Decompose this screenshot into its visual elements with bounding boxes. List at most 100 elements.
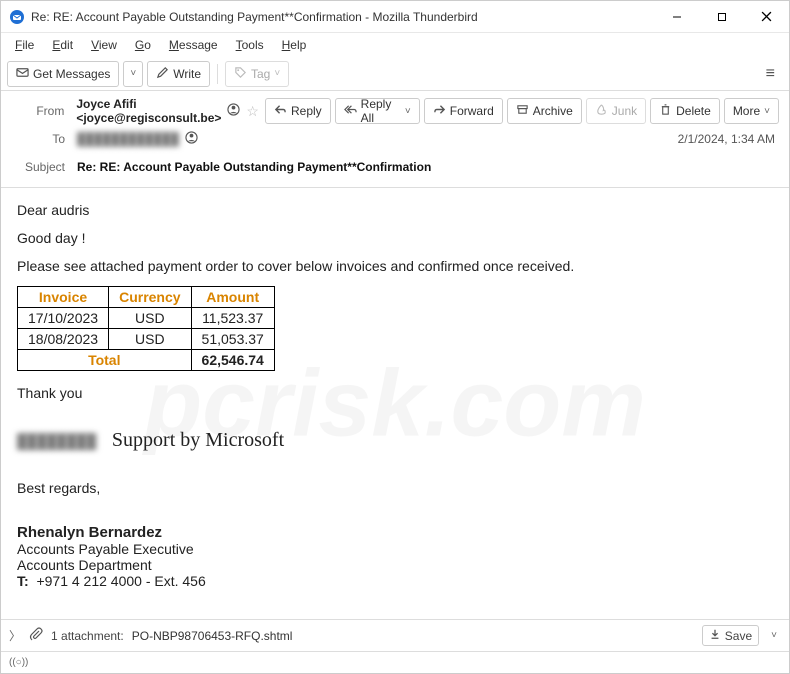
total-label: Total (18, 350, 192, 371)
contact-icon[interactable] (185, 131, 198, 147)
chevron-down-icon: ˅ (405, 106, 411, 117)
archive-icon (516, 103, 529, 119)
hamburger-icon: ≡ (766, 65, 775, 82)
more-label: More (733, 104, 760, 118)
menu-view[interactable]: View (83, 36, 125, 54)
message-body: pcrisk.com Dear audris Good day ! Please… (1, 188, 789, 619)
to-value: ████████████ (77, 132, 179, 146)
write-button[interactable]: Write (147, 61, 210, 87)
signature-name: Rhenalyn Bernardez (17, 524, 773, 541)
menu-go[interactable]: Go (127, 36, 159, 54)
contact-icon[interactable] (227, 103, 240, 119)
menu-message[interactable]: Message (161, 36, 226, 54)
attachment-count: 1 attachment: (51, 629, 124, 643)
cell-invoice: 17/10/2023 (18, 308, 109, 329)
paperclip-icon (29, 627, 43, 644)
status-bar: ((○)) (1, 651, 789, 673)
star-icon[interactable]: ☆ (246, 103, 259, 120)
app-menu-button[interactable]: ≡ (758, 65, 783, 83)
archive-label: Archive (533, 104, 573, 118)
table-total-row: Total 62,546.74 (18, 350, 275, 371)
reply-label: Reply (291, 104, 322, 118)
chevron-down-icon[interactable]: ˅ (767, 630, 781, 641)
reply-icon (274, 103, 287, 119)
window-title: Re: RE: Account Payable Outstanding Paym… (31, 10, 654, 24)
cell-currency: USD (109, 308, 191, 329)
regards-text: Best regards, (17, 480, 773, 496)
junk-label: Junk (612, 104, 637, 118)
cell-currency: USD (109, 329, 191, 350)
total-value: 62,546.74 (191, 350, 274, 371)
toolbar-separator (217, 64, 218, 84)
table-row: 18/08/2023 USD 51,053.37 (18, 329, 275, 350)
more-button[interactable]: More ˅ (724, 98, 779, 124)
inbox-icon (16, 66, 29, 82)
junk-button[interactable]: Junk (586, 98, 646, 124)
chevron-down-icon: ˅ (274, 68, 280, 79)
greeting-text: Dear audris (17, 202, 773, 218)
tag-icon (234, 66, 247, 82)
chevron-down-icon: ˅ (130, 68, 136, 79)
reply-all-label: Reply All (361, 97, 401, 125)
forward-icon (433, 103, 446, 119)
delete-button[interactable]: Delete (650, 98, 720, 124)
app-window: Re: RE: Account Payable Outstanding Paym… (0, 0, 790, 674)
forward-button[interactable]: Forward (424, 98, 503, 124)
subject-value: Re: RE: Account Payable Outstanding Paym… (77, 160, 779, 174)
cell-amount: 51,053.37 (191, 329, 274, 350)
menu-file[interactable]: File (7, 36, 42, 54)
table-header-row: Invoice Currency Amount (18, 287, 275, 308)
window-controls (654, 1, 789, 33)
th-amount: Amount (191, 287, 274, 308)
to-row: To ████████████ 2/1/2024, 1:34 AM (11, 125, 779, 153)
message-actions: Reply Reply All ˅ Forward (265, 98, 779, 124)
reply-button[interactable]: Reply (265, 98, 331, 124)
save-attachment-button[interactable]: Save (702, 625, 759, 646)
write-label: Write (173, 67, 201, 81)
menu-edit[interactable]: Edit (44, 36, 81, 54)
signature-dept: Accounts Department (17, 557, 773, 573)
minimize-button[interactable] (654, 1, 699, 33)
trash-icon (659, 103, 672, 119)
attachment-filename[interactable]: PO-NBP98706453-RFQ.shtml (132, 629, 293, 643)
delete-label: Delete (676, 104, 711, 118)
message-date: 2/1/2024, 1:34 AM (678, 132, 779, 146)
signature-title: Accounts Payable Executive (17, 541, 773, 557)
close-button[interactable] (744, 1, 789, 33)
to-label: To (11, 132, 71, 146)
menubar: File Edit View Go Message Tools Help (1, 33, 789, 57)
th-invoice: Invoice (18, 287, 109, 308)
table-row: 17/10/2023 USD 11,523.37 (18, 308, 275, 329)
archive-button[interactable]: Archive (507, 98, 582, 124)
subject-row: Subject Re: RE: Account Payable Outstand… (11, 153, 779, 181)
chevron-down-icon: ˅ (764, 106, 770, 117)
get-messages-dropdown[interactable]: ˅ (123, 61, 143, 87)
reply-all-icon (344, 103, 357, 119)
app-icon (9, 9, 25, 25)
goodday-text: Good day ! (17, 230, 773, 246)
get-messages-button[interactable]: Get Messages (7, 61, 119, 87)
status-icon: ((○)) (9, 657, 28, 668)
intro-text: Please see attached payment order to cov… (17, 258, 773, 274)
download-icon (709, 628, 721, 643)
signature-phone: T: +971 4 212 4000 - Ext. 456 (17, 573, 773, 589)
pencil-icon (156, 66, 169, 82)
chevron-right-icon[interactable]: 〉 (9, 627, 21, 644)
menu-help[interactable]: Help (274, 36, 315, 54)
maximize-button[interactable] (699, 1, 744, 33)
reply-all-button[interactable]: Reply All ˅ (335, 98, 420, 124)
tag-label: Tag (251, 67, 270, 81)
get-messages-label: Get Messages (33, 67, 110, 81)
tag-button[interactable]: Tag ˅ (225, 61, 289, 87)
th-currency: Currency (109, 287, 191, 308)
blurred-text: ████████ (17, 433, 96, 449)
menu-tools[interactable]: Tools (228, 36, 272, 54)
titlebar: Re: RE: Account Payable Outstanding Paym… (1, 1, 789, 33)
support-line: ████████ Support by Microsoft (17, 429, 773, 452)
from-label: From (11, 104, 70, 118)
subject-label: Subject (11, 160, 71, 174)
invoice-table: Invoice Currency Amount 17/10/2023 USD 1… (17, 286, 275, 371)
support-text: Support by Microsoft (112, 429, 284, 451)
from-row: From Joyce Afifi <joyce@regisconsult.be>… (11, 97, 779, 125)
attachment-bar: 〉 1 attachment: PO-NBP98706453-RFQ.shtml… (1, 619, 789, 651)
